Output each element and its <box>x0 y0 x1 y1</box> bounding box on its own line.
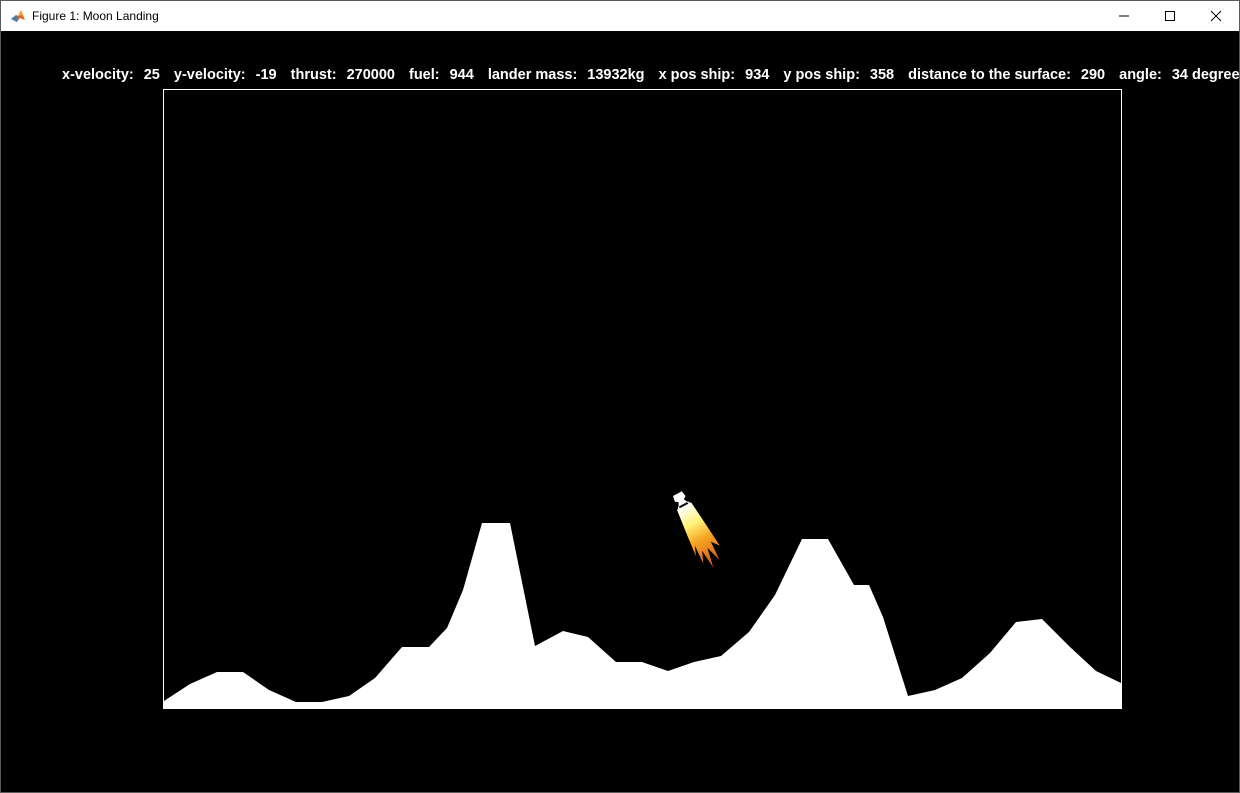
lander-mass-label: lander mass: <box>487 67 578 83</box>
x-velocity-label: x-velocity: <box>62 67 134 83</box>
maximize-button[interactable] <box>1147 1 1193 31</box>
thrust-label: thrust: <box>290 67 337 83</box>
lander-body <box>673 491 688 507</box>
distance-label: distance to the surface: <box>908 67 1071 83</box>
window-controls <box>1101 1 1239 31</box>
title-bar[interactable]: Figure 1: Moon Landing <box>1 1 1239 31</box>
minimize-icon <box>1119 15 1129 17</box>
x-pos-label: x pos ship: <box>658 67 736 83</box>
fuel-label: fuel: <box>408 67 440 83</box>
angle-value: 34 degrees <box>1171 67 1240 83</box>
close-icon <box>1210 10 1222 22</box>
x-pos-value: 934 <box>745 67 770 83</box>
lunar-terrain <box>164 523 1121 708</box>
distance-value: 290 <box>1080 67 1106 83</box>
close-button[interactable] <box>1193 1 1239 31</box>
game-axes[interactable] <box>163 89 1122 709</box>
y-pos-label: y pos ship: <box>783 67 860 83</box>
window-title: Figure 1: Moon Landing <box>32 9 159 23</box>
thrust-value: 270000 <box>346 67 395 83</box>
lander-mass-value: 13932kg <box>587 67 645 83</box>
fuel-value: 944 <box>449 67 474 83</box>
y-velocity-label: y-velocity: <box>173 67 246 83</box>
y-pos-value: 358 <box>869 67 895 83</box>
x-velocity-value: 25 <box>143 67 160 83</box>
telemetry-readout: x-velocity: 25 y-velocity: -19 thrust: 2700… <box>62 67 1240 83</box>
y-velocity-value: -19 <box>255 67 277 83</box>
game-canvas <box>164 491 1121 708</box>
lander-flame <box>676 502 720 568</box>
figure-window: Figure 1: Moon Landing x-velocity: 25 y-… <box>0 0 1240 793</box>
matlab-icon <box>10 8 26 24</box>
minimize-button[interactable] <box>1101 1 1147 31</box>
lunar-lander <box>673 491 720 568</box>
angle-label: angle: <box>1119 67 1162 83</box>
maximize-icon <box>1165 11 1175 21</box>
